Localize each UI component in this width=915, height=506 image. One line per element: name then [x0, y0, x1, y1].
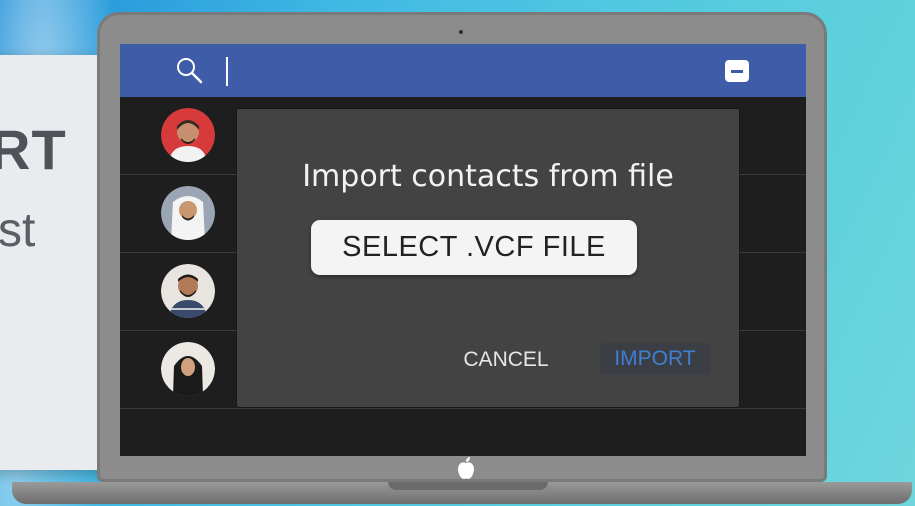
laptop-notch [388, 482, 548, 490]
import-button[interactable]: IMPORT [600, 343, 710, 375]
apple-icon [456, 456, 476, 480]
avatar [161, 342, 215, 396]
search-input[interactable] [226, 57, 228, 86]
select-vcf-file-button[interactable]: SELECT .VCF FILE [311, 220, 637, 275]
avatar [161, 108, 215, 162]
top-bar [120, 44, 806, 97]
background-card-text-2: st [0, 204, 36, 257]
background-card: RT st [0, 55, 110, 470]
avatar [161, 186, 215, 240]
background-card-text-1: RT [0, 118, 67, 181]
avatar [161, 264, 215, 318]
dialog-title: Import contacts from file [302, 159, 674, 194]
webcam [459, 30, 463, 34]
import-dialog: Import contacts from file SELECT .VCF FI… [237, 109, 739, 407]
search-icon[interactable] [175, 56, 203, 84]
laptop-screen: Import contacts from file SELECT .VCF FI… [120, 44, 806, 456]
minus-icon[interactable] [725, 60, 749, 82]
cancel-button[interactable]: CANCEL [456, 345, 556, 375]
